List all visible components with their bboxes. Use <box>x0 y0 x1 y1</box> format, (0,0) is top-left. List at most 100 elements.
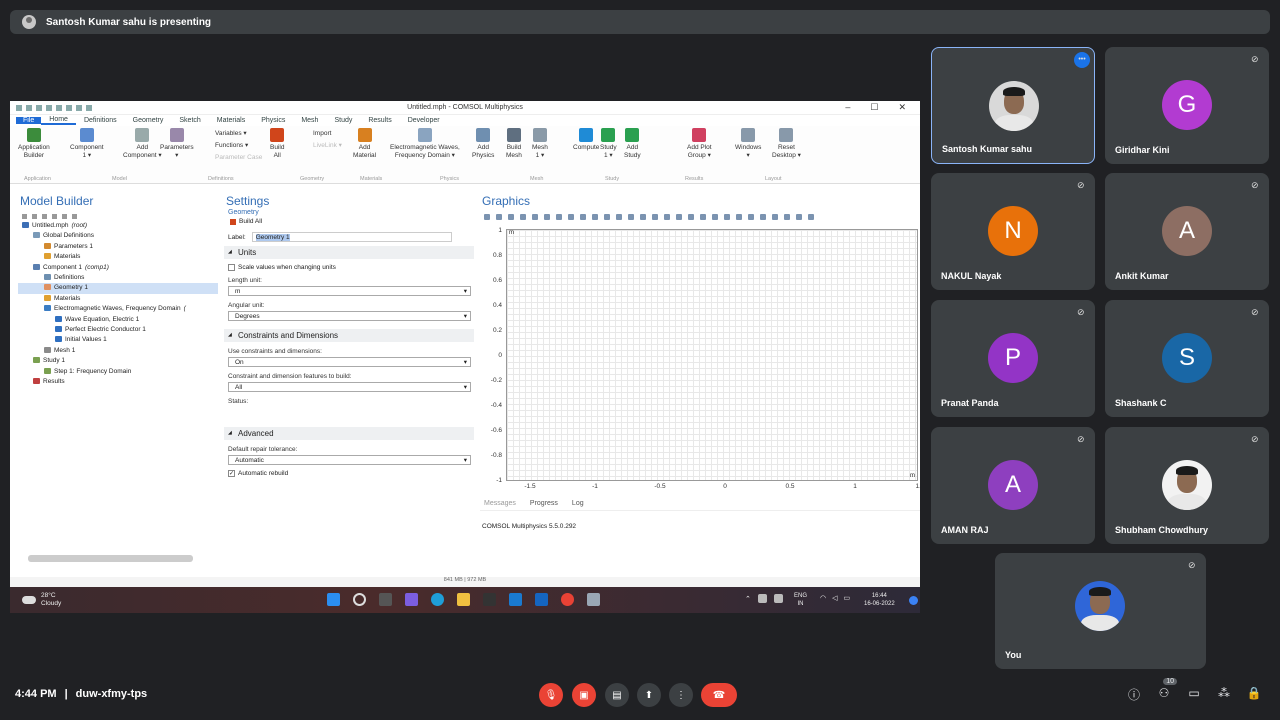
y-tick-label: 1 <box>498 227 502 234</box>
tree-node-tag: ( <box>183 305 186 313</box>
ribbon-label-11: Study 1 ▾ <box>600 144 617 159</box>
y-tick-label: -0.6 <box>490 427 502 434</box>
menu-definitions: Definitions <box>83 117 117 124</box>
tree-node: Definitions <box>18 273 218 283</box>
people-button[interactable]: ⚇ 10 <box>1155 678 1177 704</box>
repair-caption: Default repair tolerance: <box>228 446 298 453</box>
ribbon-button-11: Study 1 ▾ <box>600 128 617 160</box>
leave-call-button[interactable]: ☎ <box>701 683 737 707</box>
y-tick-label: -1 <box>496 477 502 484</box>
present-button[interactable]: ⬆ <box>637 683 661 707</box>
comsol-icon <box>587 593 600 606</box>
model-builder-title: Model Builder <box>20 194 94 208</box>
auto-rebuild-checkbox: ✓ Automatic rebuild <box>228 470 289 477</box>
ribbon-button-0: Application Builder <box>18 128 50 160</box>
tree-node-label: Geometry 1 <box>54 284 88 292</box>
length-unit-caption: Length unit: <box>228 277 262 284</box>
mic-off-icon: ⊘ <box>1251 434 1259 444</box>
ribbon-button-14: Windows ▾ <box>735 128 761 160</box>
x-tick-label: -0.5 <box>654 483 666 490</box>
participant-avatar: P <box>988 333 1038 383</box>
tree-node-label: Study 1 <box>43 357 66 365</box>
participant-name: You <box>1005 650 1022 660</box>
y-tick-label: 0.6 <box>492 277 502 284</box>
participant-tile[interactable]: P Pranat Panda ⊘ <box>931 300 1095 417</box>
participant-avatar: S <box>1162 333 1212 383</box>
ribbon-group-2: Definitions <box>208 176 234 182</box>
participant-name: Shubham Chowdhury <box>1115 525 1208 535</box>
notification-icon <box>909 596 918 605</box>
memory-status: 841 MB | 972 MB <box>10 577 920 587</box>
ribbon-small-1: Functions ▾ <box>215 142 249 149</box>
ribbon-icon-4 <box>270 128 285 142</box>
ribbon-button-4: Build All <box>270 128 284 160</box>
participant-tile[interactable]: A AMAN RAJ ⊘ <box>931 427 1095 544</box>
tree-node-label: Definitions <box>54 274 85 282</box>
tree-node: Parameters 1 <box>18 242 218 252</box>
participant-tile[interactable]: N NAKUL Nayak ⊘ <box>931 173 1095 290</box>
comsol-titlebar: Untitled.mph - COMSOL Multiphysics – ☐ ✕ <box>10 101 920 115</box>
menu-physics: Physics <box>261 117 286 124</box>
captions-button[interactable]: ▤ <box>605 683 629 707</box>
tree-node-label: Step 1: Frequency Domain <box>54 367 132 375</box>
ribbon-group-7: Study <box>605 176 620 182</box>
mic-toggle-button[interactable]: 🎙 <box>539 683 563 707</box>
ribbon-button-13: Add Plot Group ▾ <box>687 128 712 160</box>
activities-button[interactable]: ⁂ <box>1215 686 1233 704</box>
participant-tile[interactable]: Santosh Kumar sahu ••• <box>931 47 1095 164</box>
ribbon-icon-2 <box>135 128 150 142</box>
file-explorer-icon <box>457 593 470 606</box>
ribbon-label-8: Build Mesh <box>506 144 522 159</box>
ribbon-label-12: Add Study <box>624 144 641 159</box>
participant-tile[interactable]: G Giridhar Kini ⊘ <box>1105 47 1269 164</box>
app-icon <box>483 593 496 606</box>
ribbon-label-13: Add Plot Group ▾ <box>687 144 712 159</box>
ribbon-icon-1 <box>79 128 94 142</box>
end-call-icon: ☎ <box>712 689 726 701</box>
ribbon-group-6: Mesh <box>530 176 544 182</box>
tree-node-label: Component 1 <box>43 263 83 271</box>
ribbon-label-0: Application Builder <box>18 144 50 159</box>
more-options-button[interactable]: ⋮ <box>669 683 693 707</box>
tree-node: Global Definitions <box>18 231 218 241</box>
task-view-icon <box>379 593 392 606</box>
info-button[interactable]: ⓘ <box>1125 686 1143 704</box>
participant-tile[interactable]: You ⊘ <box>995 553 1206 669</box>
settings-pane: Settings Geometry Build All Label: Geome… <box>224 191 474 611</box>
tree-node: Perfect Electric Conductor 1 <box>18 325 218 335</box>
tree-node-icon <box>55 315 62 322</box>
ribbon-icon-8 <box>506 128 521 142</box>
model-tree: Untitled.mph (root) Global Definitions Para… <box>18 221 218 388</box>
participant-tile[interactable]: Shubham Chowdhury ⊘ <box>1105 427 1269 544</box>
battery-icon: ▭ <box>843 595 851 602</box>
tree-node-label: Materials <box>54 294 81 302</box>
tree-node-icon <box>33 378 40 385</box>
host-controls-button[interactable]: 🔒 <box>1245 686 1263 704</box>
lock-person-icon: 🔒 <box>1246 686 1262 700</box>
chat-button[interactable]: ▭ <box>1185 686 1203 704</box>
participant-avatar: N <box>988 206 1038 256</box>
mic-off-icon: ⊘ <box>1251 180 1259 190</box>
store-icon <box>509 593 522 606</box>
menu-developer: Developer <box>407 117 440 124</box>
tree-node-icon <box>44 274 51 281</box>
tray-app-icon-2 <box>773 594 783 603</box>
menu-study: Study <box>334 117 353 124</box>
cloud-icon <box>22 596 36 604</box>
participant-tile[interactable]: S Shashank C ⊘ <box>1105 300 1269 417</box>
camera-toggle-button[interactable]: ▣ <box>572 683 596 707</box>
wifi-icon: ◠ <box>820 595 827 602</box>
participant-tile[interactable]: A Ankit Kumar ⊘ <box>1105 173 1269 290</box>
ribbon-label-10: Compute <box>573 144 600 151</box>
more-options-icon[interactable]: ••• <box>1074 52 1090 68</box>
tree-node-icon <box>44 253 51 260</box>
tree-node-label: Initial Values 1 <box>65 336 107 344</box>
ribbon-label-5: Add Material <box>353 144 377 159</box>
mic-off-icon: ⊘ <box>1077 180 1085 190</box>
people-icon: ⚇ <box>1158 686 1170 700</box>
repair-select: Automatic <box>228 455 471 465</box>
constraints-section: Constraints and Dimensions <box>224 329 474 342</box>
more-vert-icon: ⋮ <box>676 689 686 701</box>
ribbon-group-3: Geometry <box>300 176 325 182</box>
participant-avatar: A <box>988 460 1038 510</box>
